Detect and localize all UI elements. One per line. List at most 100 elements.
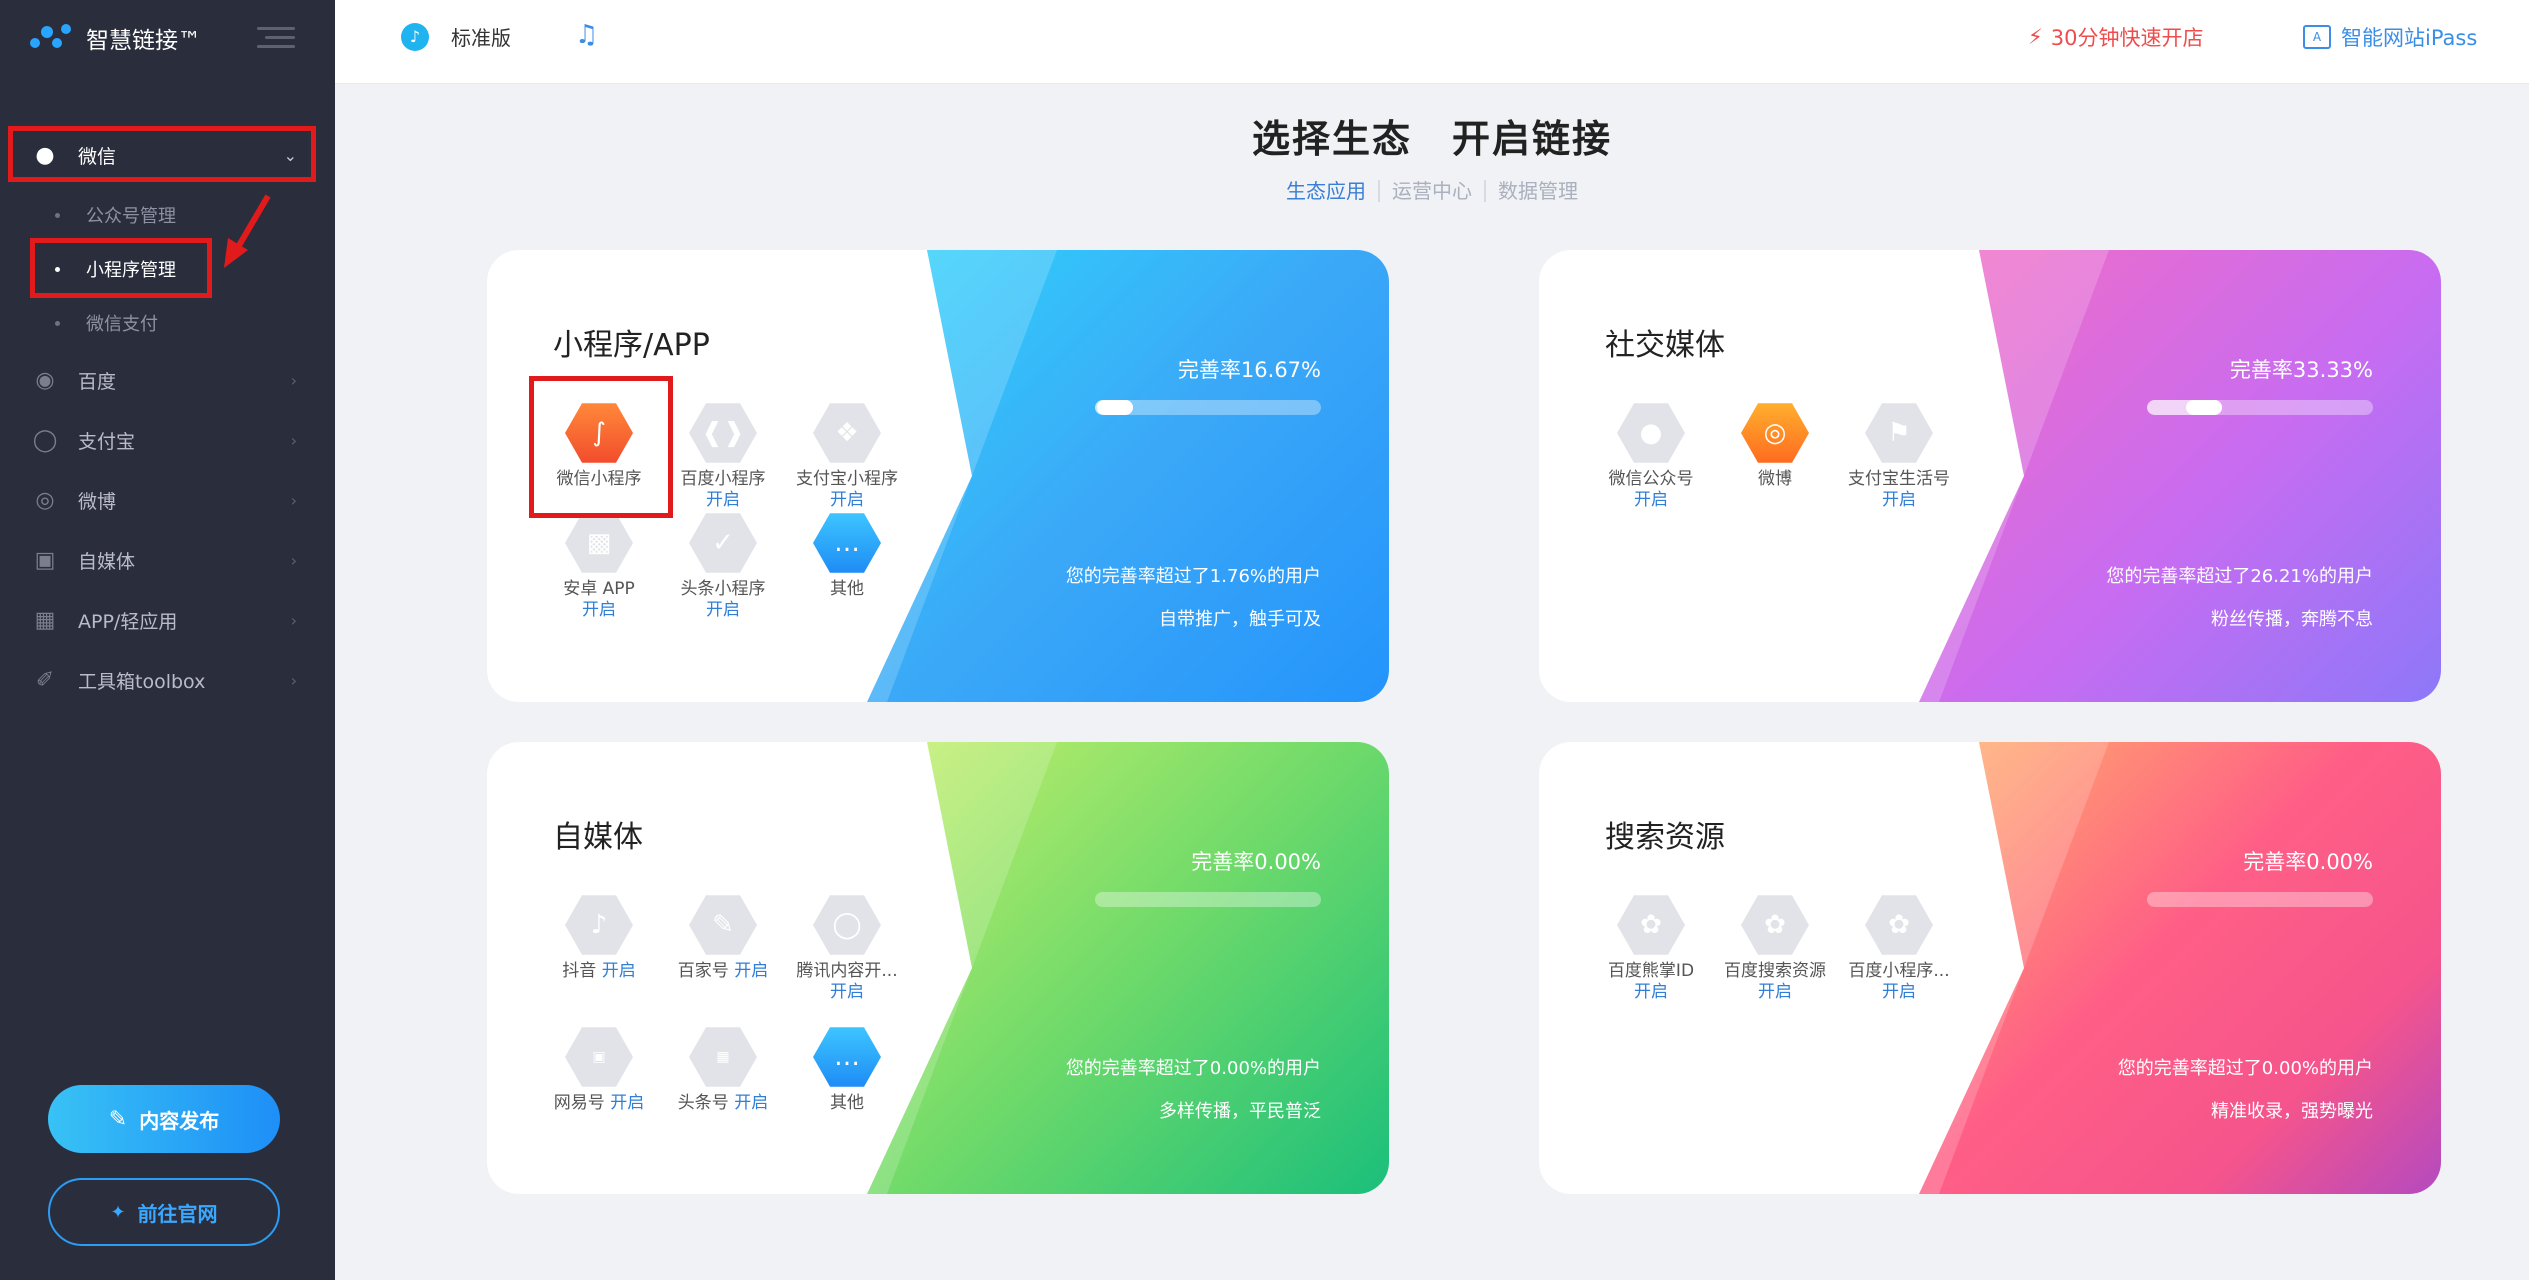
app-other[interactable]: … 其他 [785, 1026, 909, 1114]
page-title: 选择生态 开启链接 [1251, 117, 1612, 161]
sidebar-item-toolbox[interactable]: ✐ 工具箱toolbox › [0, 650, 335, 710]
open-link[interactable]: 开启 [1837, 490, 1961, 510]
app-android[interactable]: ▩ 安卓 APP 开启 [537, 512, 661, 620]
app-name: 百度搜索资源 [1724, 961, 1826, 981]
app-name-text: 百家号 [677, 961, 729, 981]
app-name: 百度小程序 [680, 469, 766, 489]
logo-mark-icon [30, 22, 72, 54]
toutiao-icon: ▦ [689, 1027, 757, 1087]
app-grid-icon: ▦ [34, 607, 56, 633]
card-title: 搜索资源 [1605, 820, 1725, 855]
open-link[interactable]: 开启 [1589, 982, 1713, 1002]
app-weibo[interactable]: ◎ 微博 [1713, 402, 1837, 490]
highlight-box-wechat [8, 126, 316, 182]
open-link[interactable]: 开启 [785, 982, 909, 1002]
app-name: 百家号 开启 [661, 960, 785, 982]
app-name: 微博 [1758, 469, 1792, 489]
tab-data[interactable]: 数据管理 [1484, 180, 1590, 202]
quick-open-shop-link[interactable]: ⚡ 30分钟快速开店 [2028, 22, 2203, 52]
open-link[interactable]: 开启 [661, 490, 785, 510]
app-netease[interactable]: ▣ 网易号 开启 [537, 1026, 661, 1114]
tab-operations[interactable]: 运营中心 [1378, 180, 1484, 202]
ipass-label: 智能网站iPass [2341, 26, 2478, 50]
open-link[interactable]: 开启 [1713, 982, 1837, 1002]
visit-site-button[interactable]: ✦ 前往官网 [48, 1178, 280, 1246]
chevron-right-icon: › [290, 550, 297, 570]
app-name: 支付宝生活号 [1848, 469, 1950, 489]
weibo-icon: ◎ [1741, 403, 1809, 463]
app-name-text: 头条号 [677, 1093, 729, 1113]
sidebar-item-media[interactable]: ▣ 自媒体 › [0, 530, 335, 590]
app-name: 其他 [830, 579, 864, 599]
media-icon: ▣ [34, 547, 56, 573]
tab-eco-apps[interactable]: 生态应用 [1274, 180, 1378, 202]
sidebar-item-label: 微博 [78, 490, 117, 513]
app-alipay-life[interactable]: ⚑ 支付宝生活号 开启 [1837, 402, 1961, 510]
edition-selector[interactable]: ♪ 标准版 [401, 22, 511, 51]
content-publish-button[interactable]: ✎ 内容发布 [48, 1085, 280, 1153]
open-link[interactable]: 开启 [602, 961, 636, 981]
app-other[interactable]: … 其他 [785, 512, 909, 600]
open-link[interactable]: 开启 [1837, 982, 1961, 1002]
alipay-icon: ◯ [32, 427, 58, 453]
baijiahao-icon: ✎ [689, 895, 757, 955]
completion-rate: 完善率16.67% [1177, 358, 1321, 382]
sidebar-item-app[interactable]: ▦ APP/轻应用 › [0, 590, 335, 650]
app-baidu-mini-program[interactable]: ❰❱ 百度小程序 开启 [661, 402, 785, 510]
slogan-text: 精准收录，强势曝光 [2211, 1101, 2373, 1122]
paw-icon: ✿ [1617, 895, 1685, 955]
wechat-official-icon: ● [1617, 403, 1685, 463]
slogan-text: 自带推广，触手可及 [1159, 609, 1321, 630]
user-rank-text: 您的完善率超过了1.76%的用户 [1065, 566, 1321, 587]
slogan-text: 粉丝传播，奔腾不息 [2211, 609, 2373, 630]
open-link[interactable]: 开启 [537, 600, 661, 620]
app-douyin[interactable]: ♪ 抖音 开启 [537, 894, 661, 982]
app-tencent-content[interactable]: ◯ 腾讯内容开... 开启 [785, 894, 909, 1002]
ipass-link[interactable]: A 智能网站iPass [2303, 22, 2477, 52]
completion-rate: 完善率33.33% [2229, 358, 2373, 382]
app-alipay-mini-program[interactable]: ❖ 支付宝小程序 开启 [785, 402, 909, 510]
app-name: 网易号 开启 [537, 1092, 661, 1114]
open-link[interactable]: 开启 [734, 961, 768, 981]
tencent-icon: ◯ [813, 895, 881, 955]
sidebar-item-weibo[interactable]: ◎ 微博 › [0, 470, 335, 530]
baidu-smart-icon: ❰❱ [689, 403, 757, 463]
app-toutiao[interactable]: ▦ 头条号 开启 [661, 1026, 785, 1114]
app-name-text: 抖音 [562, 961, 597, 981]
card-title: 自媒体 [553, 820, 643, 855]
chevron-right-icon: › [290, 490, 297, 510]
sidebar-sub-wechat-pay[interactable]: 微信支付 [0, 296, 335, 350]
bell-icon[interactable]: ♫ [575, 20, 598, 50]
top-bar: ♪ 标准版 ♫ ⚡ 30分钟快速开店 A 智能网站iPass [335, 0, 2529, 84]
card-title: 社交媒体 [1605, 328, 1725, 363]
edition-label: 标准版 [451, 26, 511, 50]
open-link[interactable]: 开启 [610, 1093, 644, 1113]
chevron-right-icon: › [290, 370, 297, 390]
collapse-menu-icon[interactable] [257, 27, 295, 49]
app-toutiao-mini-program[interactable]: ✓ 头条小程序 开启 [661, 512, 785, 620]
more-icon: … [813, 1027, 881, 1087]
chevron-right-icon: › [290, 610, 297, 630]
open-link[interactable]: 开启 [734, 1093, 768, 1113]
user-rank-text: 您的完善率超过了0.00%的用户 [2117, 1058, 2373, 1079]
app-name-text: 网易号 [553, 1093, 605, 1113]
app-baidu-mini-program-search[interactable]: ✿ 百度小程序... 开启 [1837, 894, 1961, 1002]
open-link[interactable]: 开启 [1589, 490, 1713, 510]
netease-icon: ▣ [565, 1027, 633, 1087]
app-wechat-official[interactable]: ● 微信公众号 开启 [1589, 402, 1713, 510]
edit-icon: ✎ [108, 1106, 128, 1132]
app-baidu-bear-id[interactable]: ✿ 百度熊掌ID 开启 [1589, 894, 1713, 1002]
open-link[interactable]: 开启 [661, 600, 785, 620]
app-baidu-search-resource[interactable]: ✿ 百度搜索资源 开启 [1713, 894, 1837, 1002]
paw-icon: ◉ [35, 367, 55, 393]
sidebar-sub-official-account[interactable]: 公众号管理 [0, 188, 335, 242]
sidebar-item-baidu[interactable]: ◉ 百度 › [0, 350, 335, 410]
sidebar-item-alipay[interactable]: ◯ 支付宝 › [0, 410, 335, 470]
user-rank-text: 您的完善率超过了0.00%的用户 [1065, 1058, 1321, 1079]
app-baijiahao[interactable]: ✎ 百家号 开启 [661, 894, 785, 982]
card-self-media: 自媒体 完善率0.00% 您的完善率超过了0.00%的用户 多样传播，平民普泛 … [487, 742, 1389, 1194]
open-link[interactable]: 开启 [785, 490, 909, 510]
app-name: 百度熊掌ID [1607, 961, 1695, 981]
brand-logo[interactable]: 智慧链接™ [30, 18, 201, 58]
app-name: 百度小程序... [1848, 961, 1950, 981]
